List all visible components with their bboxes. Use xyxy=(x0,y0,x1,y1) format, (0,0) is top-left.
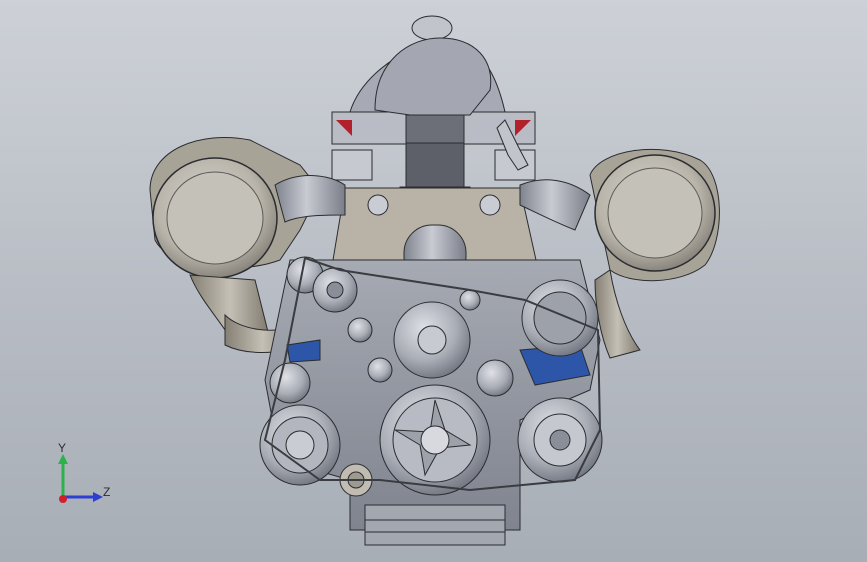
triad-y-label: Y xyxy=(58,441,67,455)
triad-z-label: Z xyxy=(103,485,111,499)
engine-model[interactable] xyxy=(0,0,867,562)
alternator xyxy=(517,397,603,483)
crank-damper xyxy=(379,384,491,496)
graphics-viewport[interactable]: Y Z xyxy=(0,0,867,562)
